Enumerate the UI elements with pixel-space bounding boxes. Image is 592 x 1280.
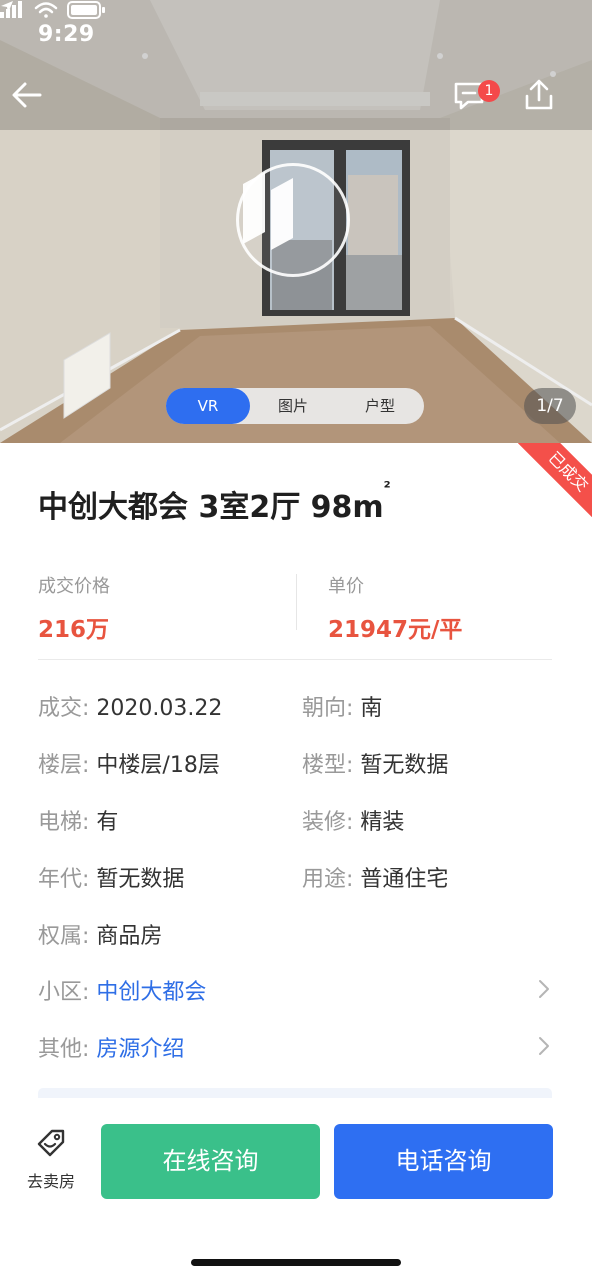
detail-floor: 楼层: 中楼层/18层 <box>38 747 220 779</box>
sold-ribbon: 已成交 <box>518 443 592 517</box>
next-card-edge <box>38 1088 552 1098</box>
back-button[interactable] <box>10 78 62 130</box>
detail-value: 普通住宅 <box>360 867 449 892</box>
wifi-icon <box>34 2 58 18</box>
detail-value: 精装 <box>360 810 405 835</box>
home-indicator <box>191 1259 401 1266</box>
battery-icon <box>67 1 105 19</box>
listing-intro-link[interactable]: 房源介绍 <box>96 1037 184 1062</box>
detail-value: 暂无数据 <box>360 753 449 778</box>
listing-title: 中创大都会 3室2厅 98m² <box>38 478 391 526</box>
unit-price: 单价 21947元/平 <box>328 572 462 644</box>
detail-label: 小区: <box>38 980 90 1005</box>
unit-price-value: 21947元/平 <box>328 617 463 643</box>
price-divider <box>296 574 297 630</box>
detail-label: 年代: <box>38 867 90 892</box>
detail-value: 商品房 <box>96 924 163 949</box>
detail-value: 有 <box>96 810 119 835</box>
tab-vr[interactable]: VR <box>166 388 250 424</box>
detail-ownership: 权属: 商品房 <box>38 918 162 950</box>
photo-counter: 1/7 <box>524 388 576 424</box>
status-bar: 9:29 <box>0 0 592 72</box>
status-time: 9:29 <box>38 22 95 47</box>
share-icon <box>525 79 553 110</box>
detail-label: 电梯: <box>38 810 90 835</box>
deal-price-label: 成交价格 <box>38 576 110 597</box>
online-consult-button[interactable]: 在线咨询 <box>101 1124 320 1199</box>
detail-label: 朝向: <box>302 696 354 721</box>
detail-label: 其他: <box>38 1037 90 1062</box>
chevron-right-icon[interactable] <box>536 1035 552 1057</box>
media-tab-switcher: VR 图片 户型 <box>166 388 424 424</box>
detail-value: 南 <box>360 696 383 721</box>
share-button[interactable] <box>522 78 574 130</box>
detail-label: 用途: <box>302 867 354 892</box>
detail-label: 权属: <box>38 924 90 949</box>
section-divider <box>38 659 552 660</box>
detail-usage: 用途: 普通住宅 <box>302 861 448 893</box>
unit-price-label: 单价 <box>328 576 364 597</box>
detail-deal-date: 成交: 2020.03.22 <box>38 690 222 722</box>
detail-building-type: 楼型: 暂无数据 <box>302 747 448 779</box>
detail-orientation: 朝向: 南 <box>302 690 382 722</box>
sell-house-label: 去卖房 <box>26 1172 75 1191</box>
sold-tag: 已成交 <box>518 443 592 517</box>
detail-value: 2020.03.22 <box>96 696 223 721</box>
detail-year: 年代: 暂无数据 <box>38 861 184 893</box>
listing-photo[interactable]: 9:29 1 VR 图片 户型 1/7 <box>0 0 592 443</box>
tab-floorplan[interactable]: 户型 <box>336 388 424 424</box>
status-icons <box>0 1 105 19</box>
community-link-row[interactable]: 小区: 中创大都会 <box>38 974 558 1006</box>
deal-price-value: 216万 <box>38 617 110 643</box>
detail-value: 中楼层/18层 <box>96 753 220 778</box>
other-link-row[interactable]: 其他: 房源介绍 <box>38 1031 558 1063</box>
vr-tour-button[interactable] <box>236 163 350 277</box>
listing-title-text: 中创大都会 3室2厅 98m <box>38 490 384 525</box>
message-badge: 1 <box>478 80 500 102</box>
message-button[interactable]: 1 <box>452 78 504 130</box>
deal-price: 成交价格 216万 <box>38 572 110 644</box>
detail-decoration: 装修: 精装 <box>302 804 404 836</box>
phone-consult-button[interactable]: 电话咨询 <box>334 1124 553 1199</box>
signal-icon <box>0 1 22 18</box>
area-unit-superscript: ² <box>383 478 391 497</box>
detail-label: 楼层: <box>38 753 90 778</box>
vr-logo-icon <box>243 172 293 250</box>
detail-value: 暂无数据 <box>96 867 185 892</box>
detail-elevator: 电梯: 有 <box>38 804 118 836</box>
sell-house-button[interactable]: 去卖房 <box>18 1128 84 1198</box>
chevron-right-icon[interactable] <box>536 978 552 1000</box>
detail-label: 装修: <box>302 810 354 835</box>
detail-label: 成交: <box>38 696 90 721</box>
tab-photos[interactable]: 图片 <box>250 388 336 424</box>
back-arrow-icon <box>12 82 42 108</box>
community-link[interactable]: 中创大都会 <box>96 980 206 1005</box>
price-tag-icon <box>37 1129 65 1157</box>
detail-label: 楼型: <box>302 753 354 778</box>
